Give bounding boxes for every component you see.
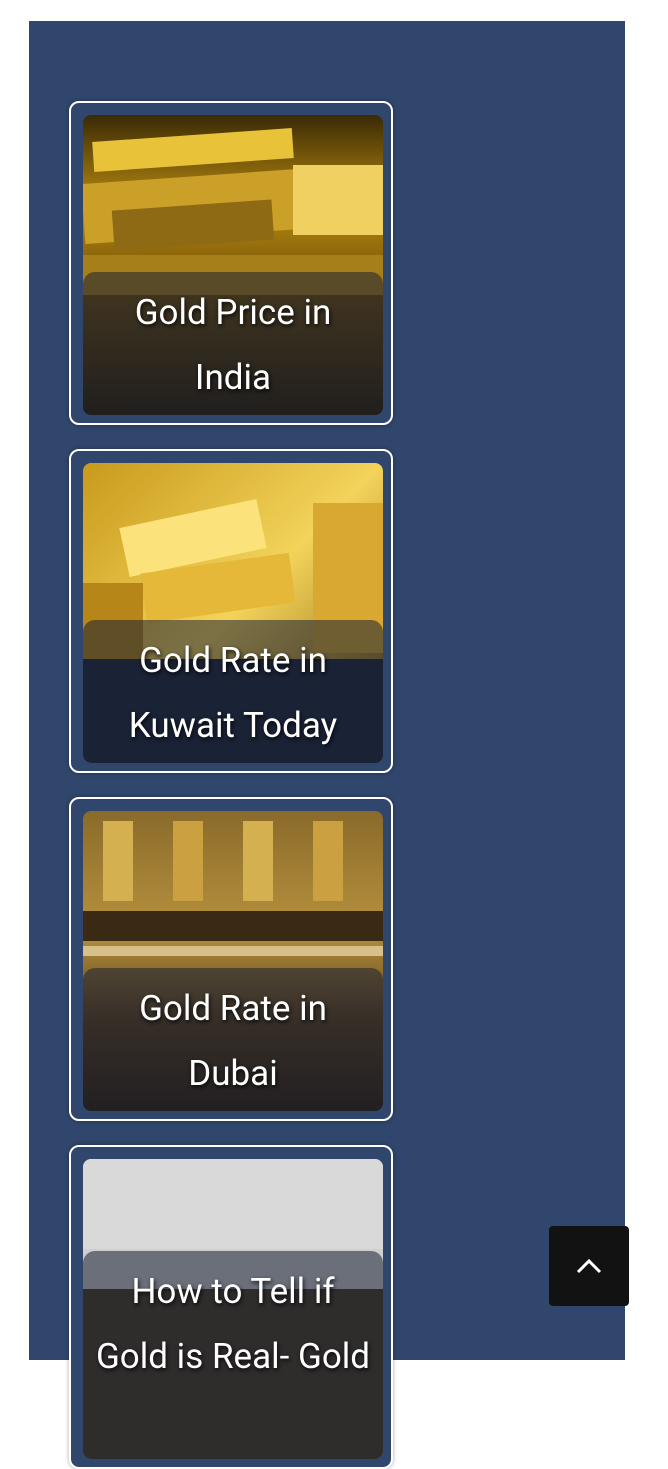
chevron-up-icon [576, 1258, 602, 1274]
card-title-line1: Gold Price in [134, 292, 332, 333]
card-title-line1: How to Tell if [131, 1271, 335, 1312]
card-thumbnail: Gold Rate in Dubai [83, 811, 383, 1111]
card-title-line2: Gold is Real- Gold [95, 1336, 371, 1377]
card-how-to-tell-gold-real[interactable]: How to Tell if Gold is Real- Gold [69, 1145, 393, 1469]
card-thumbnail: Gold Price in India [83, 115, 383, 415]
card-gold-rate-dubai[interactable]: Gold Rate in Dubai [69, 797, 393, 1121]
card-title-line1: Gold Rate in [139, 988, 327, 1029]
card-title-line2: Kuwait Today [128, 705, 338, 746]
card-title-line1: Gold Rate in [139, 640, 327, 681]
card-gold-rate-kuwait[interactable]: Gold Rate in Kuwait Today [69, 449, 393, 773]
card-caption: How to Tell if Gold is Real- Gold [83, 1251, 383, 1459]
card-thumbnail: How to Tell if Gold is Real- Gold [83, 1159, 383, 1459]
card-title-line2: India [194, 357, 272, 398]
card-caption: Gold Rate in Dubai [83, 968, 383, 1111]
card-caption: Gold Rate in Kuwait Today [83, 620, 383, 763]
card-title-line2: Dubai [188, 1053, 278, 1094]
card-caption: Gold Price in India [83, 272, 383, 415]
card-thumbnail: Gold Rate in Kuwait Today [83, 463, 383, 763]
scroll-to-top-button[interactable] [549, 1226, 629, 1306]
card-gold-price-india[interactable]: Gold Price in India [69, 101, 393, 425]
